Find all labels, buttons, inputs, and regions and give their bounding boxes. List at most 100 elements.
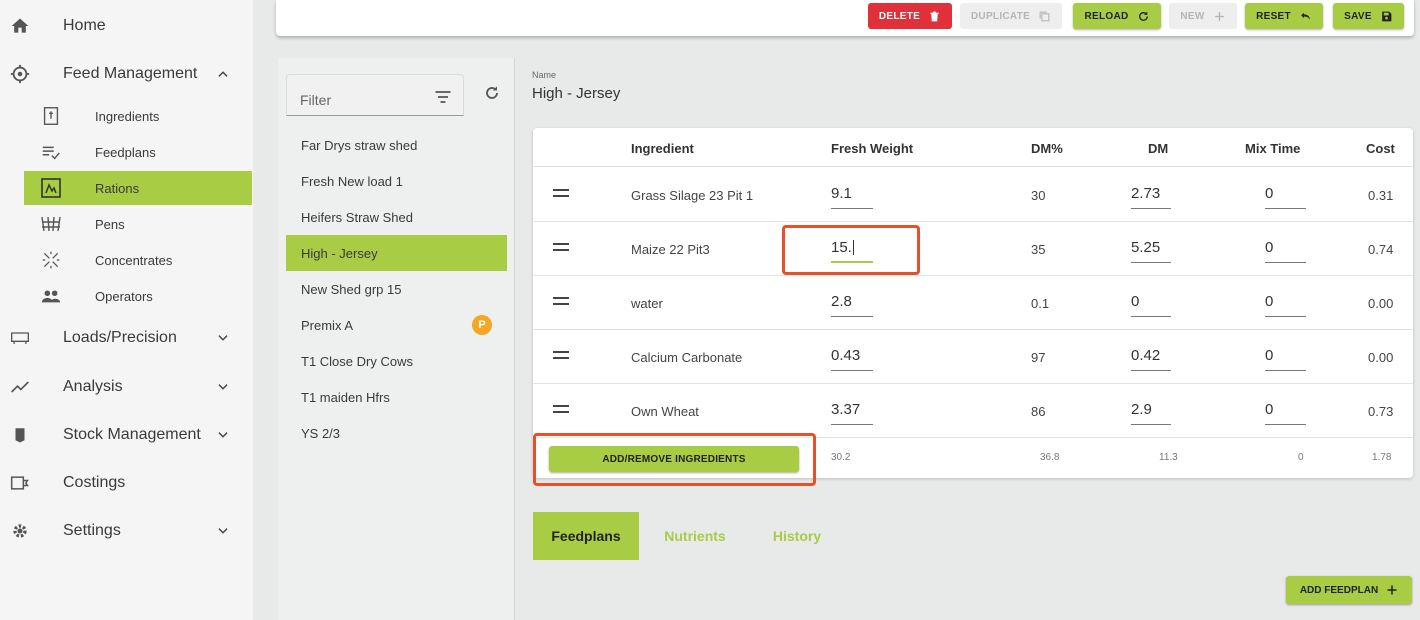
dm-pct-value: 97 — [1031, 350, 1046, 365]
dm-pct-value: 0.1 — [1031, 296, 1050, 311]
fresh-weight-input[interactable]: 3.37 — [831, 395, 873, 425]
drag-handle-icon[interactable] — [553, 297, 569, 307]
ration-item[interactable]: Fresh New load 1 — [286, 163, 507, 199]
ingredient-name: Calcium Carbonate — [631, 350, 743, 365]
ration-item-label: YS 2/3 — [301, 425, 341, 441]
duplicate-button[interactable]: DUPLICATE — [960, 3, 1062, 29]
loads-icon — [8, 326, 32, 350]
add-feedplan-label: ADD FEEDPLAN — [1299, 584, 1379, 596]
tab-feedplans[interactable]: Feedplans — [533, 512, 639, 560]
ration-item-label: T1 maiden Hfrs — [301, 389, 390, 405]
column-header-cost: Cost — [1366, 141, 1395, 156]
total-fresh-weight: 30.2 — [831, 452, 851, 463]
sidebar-item-pens[interactable]: Pens — [24, 207, 252, 241]
fresh-weight-input[interactable]: 2.8 — [831, 287, 873, 317]
refresh-list-button[interactable] — [481, 82, 503, 104]
name-caption: Name — [532, 70, 557, 80]
fresh-weight-input[interactable]: 0.43 — [831, 341, 873, 371]
ration-name-field[interactable]: High - Jersey — [532, 85, 620, 102]
total-cost: 1.78 — [1372, 452, 1392, 463]
drag-handle-icon[interactable] — [553, 351, 569, 361]
sidebar-item-rations[interactable]: Rations — [24, 171, 252, 205]
chevron-down-icon — [214, 329, 232, 347]
nav-feed-management-label: Feed Management — [63, 65, 198, 82]
drag-handle-icon[interactable] — [553, 243, 569, 253]
highlight-box-add-remove — [533, 433, 816, 486]
sidebar-item-ingredients[interactable]: Ingredients — [24, 99, 252, 133]
new-button[interactable]: NEW — [1169, 3, 1237, 29]
ration-item-selected[interactable]: High - Jersey — [286, 235, 507, 271]
dm-pct-value: 86 — [1031, 404, 1046, 419]
total-dm-pct: 36.8 — [1040, 452, 1060, 463]
sidebar-item-operators[interactable]: Operators — [24, 279, 252, 313]
nav-home[interactable]: Home — [0, 6, 253, 46]
column-header-dm-pct: DM% — [1031, 141, 1063, 156]
filter-icon[interactable] — [433, 87, 453, 107]
toolbar: DELETE DUPLICATE RELOAD NEW RESET SAVE — [276, 0, 1414, 36]
cost-value: 0.31 — [1368, 188, 1394, 203]
fresh-weight-input[interactable]: 9.1 — [831, 179, 873, 209]
nav-settings[interactable]: Settings — [0, 511, 253, 551]
cost-value: 0.00 — [1368, 350, 1394, 365]
ration-item-label: Premix A — [301, 317, 354, 333]
chevron-down-icon — [214, 522, 232, 540]
ration-item[interactable]: New Shed grp 15 — [286, 271, 507, 307]
mix-time-input[interactable]: 0 — [1265, 233, 1306, 263]
nav-analysis[interactable]: Analysis — [0, 367, 253, 407]
ration-item[interactable]: Premix A P — [286, 307, 507, 343]
mix-time-input[interactable]: 0 — [1265, 179, 1306, 209]
sidebar: Home Feed Management Ingredients Feedpla… — [0, 0, 253, 620]
tab-history[interactable]: History — [754, 512, 840, 560]
ration-item-label: T1 Close Dry Cows — [301, 353, 413, 369]
delete-button[interactable]: DELETE — [868, 3, 952, 29]
highlight-box-fresh-weight — [782, 225, 920, 275]
mix-time-input[interactable]: 0 — [1265, 287, 1306, 317]
reset-button[interactable]: RESET — [1245, 3, 1323, 29]
row-divider — [533, 383, 1413, 384]
dm-input[interactable]: 2.9 — [1131, 395, 1171, 425]
save-button-label: SAVE — [1344, 10, 1372, 22]
sidebar-item-label: Concentrates — [95, 252, 173, 268]
ration-item[interactable]: YS 2/3 — [286, 415, 507, 451]
operators-icon — [38, 283, 64, 309]
nav-costings[interactable]: Costings — [0, 463, 253, 503]
pens-icon — [38, 211, 64, 237]
mix-time-input[interactable]: 0 — [1265, 341, 1306, 371]
filter-placeholder: Filter — [300, 92, 332, 108]
ration-list-panel: Filter Far Drys straw shed Fresh New loa… — [278, 58, 515, 620]
delete-button-label: DELETE — [878, 10, 921, 22]
dm-input[interactable]: 0.42 — [1131, 341, 1171, 371]
save-button[interactable]: SAVE — [1333, 3, 1404, 29]
nav-loads-precision[interactable]: Loads/Precision — [0, 318, 253, 358]
nav-stock-management[interactable]: Stock Management — [0, 415, 253, 455]
chevron-down-icon — [214, 378, 232, 396]
drag-handle-icon[interactable] — [553, 405, 569, 415]
ration-item[interactable]: T1 Close Dry Cows — [286, 343, 507, 379]
dm-input[interactable]: 2.73 — [1131, 179, 1171, 209]
total-dm: 11.3 — [1159, 452, 1178, 463]
nav-feed-management[interactable]: Feed Management — [0, 54, 253, 94]
sidebar-item-concentrates[interactable]: Concentrates — [24, 243, 252, 277]
undo-icon — [1301, 12, 1310, 20]
tab-nutrients[interactable]: Nutrients — [646, 512, 744, 560]
trending-up-icon — [8, 375, 32, 399]
ration-item[interactable]: Far Drys straw shed — [286, 127, 507, 163]
dm-input[interactable]: 5.25 — [1131, 233, 1171, 263]
ration-item[interactable]: T1 maiden Hfrs — [286, 379, 507, 415]
reset-button-label: RESET — [1256, 10, 1291, 22]
ration-item[interactable]: Heifers Straw Shed — [286, 199, 507, 235]
duplicate-button-label: DUPLICATE — [970, 10, 1031, 22]
sidebar-item-label: Ingredients — [95, 108, 160, 124]
refresh-icon — [486, 86, 498, 99]
dm-input[interactable]: 0 — [1131, 287, 1171, 317]
row-divider — [533, 329, 1413, 330]
sidebar-item-feedplans[interactable]: Feedplans — [24, 135, 252, 169]
ration-item-label: High - Jersey — [301, 245, 378, 261]
filter-input[interactable]: Filter — [286, 74, 464, 116]
add-feedplan-button[interactable]: ADD FEEDPLAN — [1286, 576, 1412, 604]
row-divider — [533, 275, 1413, 276]
mix-time-input[interactable]: 0 — [1265, 395, 1306, 425]
drag-handle-icon[interactable] — [553, 189, 569, 199]
reload-button[interactable]: RELOAD — [1073, 3, 1161, 29]
ration-item-label: Fresh New load 1 — [301, 173, 403, 189]
